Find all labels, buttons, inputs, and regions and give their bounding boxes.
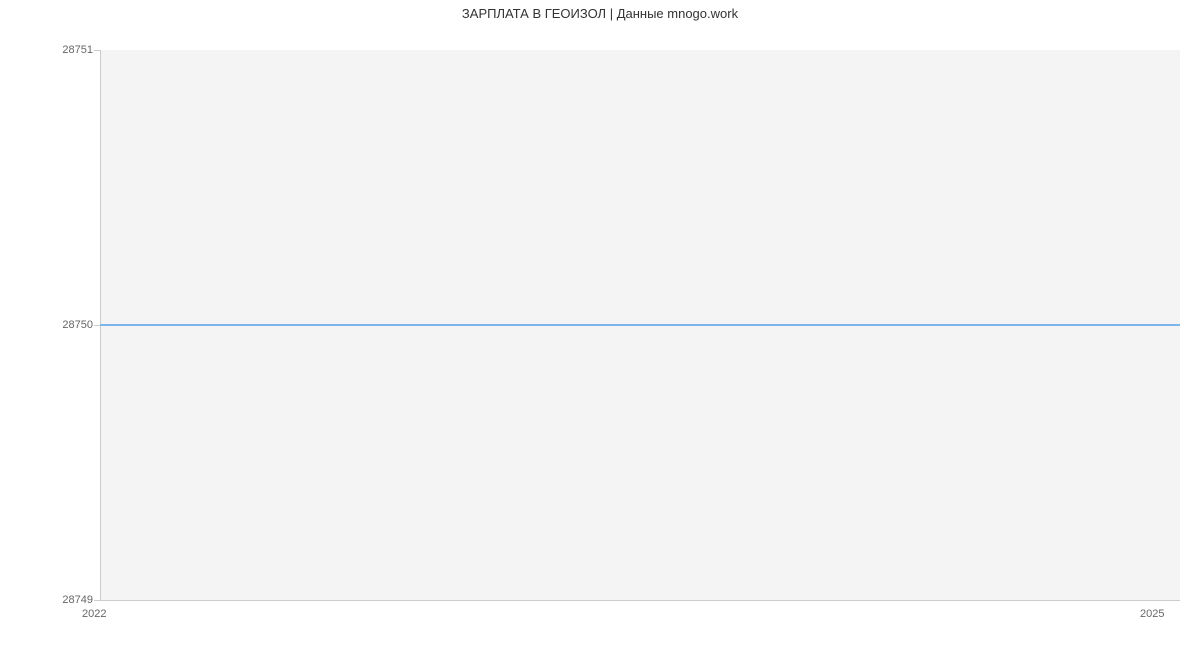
x-axis-line xyxy=(100,600,1180,601)
chart-container: ЗАРПЛАТА В ГЕОИЗОЛ | Данные mnogo.work 2… xyxy=(0,0,1200,650)
x-tick-label: 2022 xyxy=(82,608,106,620)
y-tick-label: 28749 xyxy=(62,594,93,606)
chart-title: ЗАРПЛАТА В ГЕОИЗОЛ | Данные mnogo.work xyxy=(0,6,1200,21)
y-tick-label: 28750 xyxy=(62,319,93,331)
y-tick-mark xyxy=(94,600,100,601)
series-line-salary xyxy=(100,324,1180,326)
y-tick-mark xyxy=(94,50,100,51)
y-tick-label: 28751 xyxy=(62,44,93,56)
x-tick-label: 2025 xyxy=(1140,608,1164,620)
